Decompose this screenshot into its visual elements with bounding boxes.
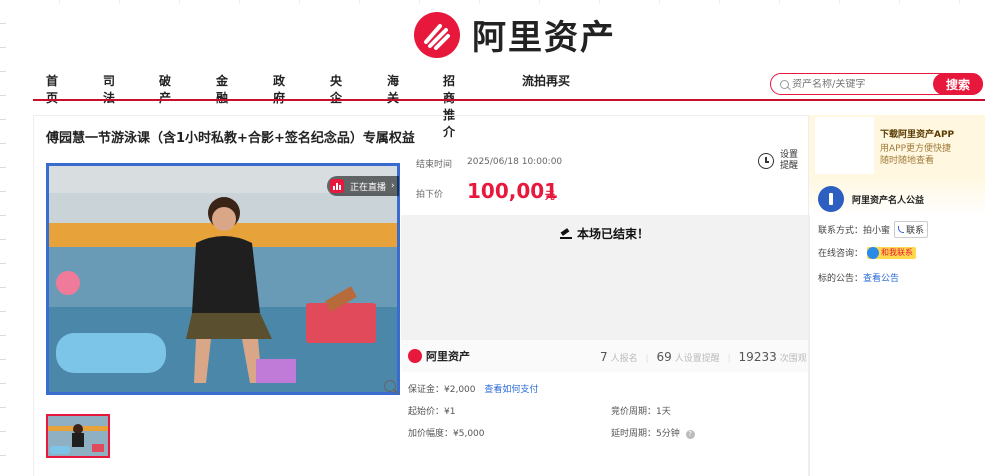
ali-assets-small-logo-icon xyxy=(408,349,422,363)
site-logo-text: 阿里资产 xyxy=(472,18,616,58)
consult-label: 在线咨询： xyxy=(818,249,864,259)
contact-row: 联系方式： 拍小蜜 联系 xyxy=(818,221,929,238)
search-box: 搜索 xyxy=(770,73,983,95)
left-ruler xyxy=(0,0,6,476)
app-desc-line-2: 随时随地查看 xyxy=(880,156,935,166)
app-desc-line-1: 用APP更方便快捷 xyxy=(880,144,952,154)
top-ruler xyxy=(0,0,985,4)
end-time-label: 结束时间 xyxy=(416,160,453,170)
notice-row: 标的公告： 查看公告 xyxy=(818,271,899,284)
auction-ended-panel: 本场已结束！ xyxy=(401,215,808,340)
reminder-count: 69 xyxy=(656,350,672,364)
contact-button[interactable]: 联系 xyxy=(894,221,929,238)
increment-value: ¥5,000 xyxy=(453,429,485,439)
increment-label: 加价幅度： xyxy=(408,429,454,439)
notice-label: 标的公告： xyxy=(818,274,864,284)
alarm-clock-icon xyxy=(758,153,774,169)
live-bars-icon xyxy=(330,179,344,193)
set-reminder-button[interactable]: 设置提醒 xyxy=(758,150,800,172)
signup-count: 7 xyxy=(600,350,608,364)
increment-row: 加价幅度：¥5,000 xyxy=(408,426,485,439)
auction-ended-text: 本场已结束！ xyxy=(576,227,649,241)
price-label: 拍下价 xyxy=(416,190,444,200)
item-main-image[interactable] xyxy=(46,163,400,395)
view-count: 19233 xyxy=(738,350,777,364)
auction-ended-message: 本场已结束！ xyxy=(401,225,808,242)
site-logo[interactable]: 阿里资产 xyxy=(414,10,616,59)
seller-name[interactable]: 阿里资产名人公益 xyxy=(852,193,924,206)
help-icon[interactable]: ? xyxy=(685,430,695,439)
set-reminder-label: 设置提醒 xyxy=(780,150,799,171)
live-badge-label: 正在直播 xyxy=(350,182,387,193)
how-to-pay-link[interactable]: 查看如何支付 xyxy=(484,385,538,395)
chat-button-label: 和我联系 xyxy=(881,248,914,257)
chevron-right-icon: › xyxy=(391,181,395,191)
view-notice-link[interactable]: 查看公告 xyxy=(863,271,899,284)
start-price-value: ¥1 xyxy=(444,407,456,417)
bid-period-row: 竞价周期：1天 xyxy=(611,404,671,417)
gavel-icon xyxy=(559,227,572,239)
bid-period-value: 1天 xyxy=(656,407,671,417)
delay-value: 5分钟 xyxy=(656,429,680,439)
stats-brand: 阿里资产 xyxy=(408,348,470,364)
ali-assets-logo-icon xyxy=(414,11,460,58)
app-download-title: 下载阿里资产APP xyxy=(880,130,955,140)
seller-avatar[interactable] xyxy=(818,186,844,212)
item-title: 傅园慧一节游泳课（含1小时私教+合影+签名纪念品）专属权益 xyxy=(46,131,415,146)
search-icon xyxy=(780,79,789,89)
stats-brand-name: 阿里资产 xyxy=(426,350,470,363)
item-thumbnail[interactable] xyxy=(46,414,110,458)
deposit-value: ¥2,000 xyxy=(444,385,476,395)
contact-button-label: 联系 xyxy=(906,226,925,236)
live-badge[interactable]: 正在直播 › xyxy=(327,176,399,196)
app-qr-code xyxy=(815,117,874,174)
start-price-row: 起始价：¥1 xyxy=(408,404,455,417)
contact-label: 联系方式： xyxy=(818,226,864,236)
chat-icon xyxy=(867,246,880,259)
deposit-row: 保证金：¥2,000 查看如何支付 xyxy=(408,382,538,395)
auction-stats: 7 人报名 | 69 人设置提醒 | 19233 次围观 xyxy=(600,350,807,364)
bid-period-label: 竞价周期： xyxy=(611,407,657,417)
search-input[interactable] xyxy=(792,78,932,90)
delay-row: 延时周期：5分钟 ? xyxy=(611,426,695,439)
nav-divider xyxy=(33,99,985,101)
signup-label: 人报名 xyxy=(610,354,638,364)
zoom-icon[interactable] xyxy=(384,380,396,392)
search-button[interactable]: 搜索 xyxy=(933,73,983,95)
consult-row: 在线咨询： 和我联系 xyxy=(818,246,917,259)
app-download-desc: 用APP更方便快捷 随时随地查看 xyxy=(880,143,951,167)
end-time-value: 2025/06/18 10:00:00 xyxy=(467,157,563,167)
nav-item-resale[interactable]: 流拍再买 xyxy=(522,72,570,89)
price-unit: 元 xyxy=(545,191,555,202)
view-label: 次围观 xyxy=(779,354,807,364)
contact-name: 拍小蜜 xyxy=(863,226,891,236)
chat-button[interactable]: 和我联系 xyxy=(867,246,917,259)
phone-icon xyxy=(898,226,905,233)
delay-label: 延时周期： xyxy=(611,429,657,439)
reminder-label: 人设置提醒 xyxy=(674,354,720,364)
deposit-label: 保证金： xyxy=(408,385,445,395)
start-price-label: 起始价： xyxy=(408,407,445,417)
